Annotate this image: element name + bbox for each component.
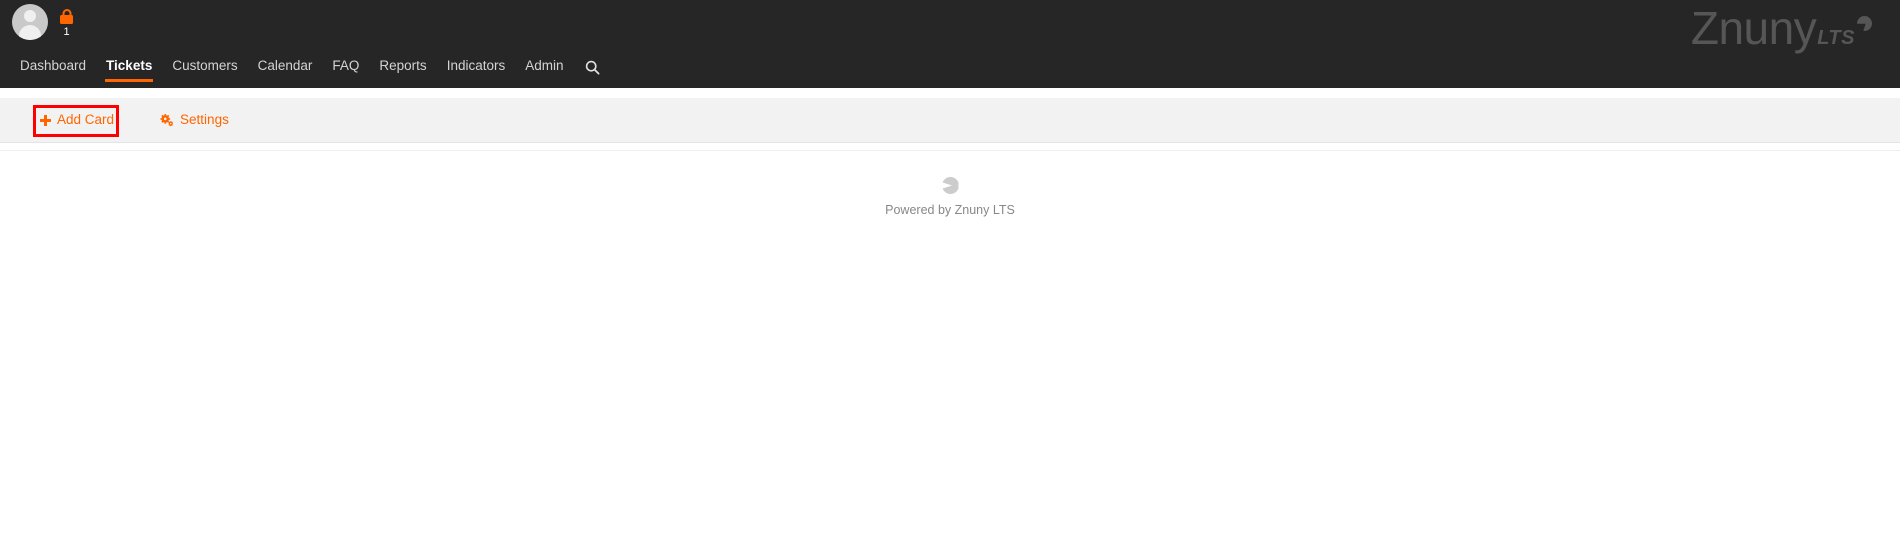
app-header: 1 Dashboard Tickets Customers Calendar F…: [0, 0, 1900, 88]
nav-item-dashboard[interactable]: Dashboard: [10, 58, 96, 88]
gears-icon: [160, 113, 173, 126]
search-icon[interactable]: [573, 60, 610, 88]
nav-item-indicators[interactable]: Indicators: [437, 58, 516, 88]
logo-mark-icon: [1857, 16, 1872, 31]
logo-text: Znuny: [1690, 2, 1817, 54]
settings-label: Settings: [180, 112, 229, 127]
locked-tickets-button[interactable]: 1: [60, 4, 73, 39]
nav-item-customers[interactable]: Customers: [162, 58, 247, 88]
main-navigation: Dashboard Tickets Customers Calendar FAQ…: [10, 50, 610, 88]
loading-area: Powered by Znuny LTS: [0, 177, 1900, 218]
dashboard-toolbar: Add Card Settings: [0, 98, 1900, 143]
nav-item-calendar[interactable]: Calendar: [248, 58, 323, 88]
content-divider: [0, 150, 1900, 151]
powered-by-label: Powered by Znuny LTS: [885, 203, 1015, 217]
nav-item-tickets[interactable]: Tickets: [96, 58, 162, 88]
logo-lts-text: LTS: [1817, 27, 1855, 49]
lock-icon: [60, 9, 73, 24]
add-card-button[interactable]: Add Card: [40, 112, 114, 128]
user-avatar-icon[interactable]: [12, 4, 48, 40]
nav-item-admin[interactable]: Admin: [515, 58, 573, 88]
dashboard-content: Powered by Znuny LTS: [0, 150, 1900, 540]
loading-spinner-icon: [941, 177, 959, 194]
locked-tickets-count: 1: [63, 26, 70, 38]
add-card-label: Add Card: [57, 112, 115, 127]
plus-icon: [40, 114, 51, 126]
header-user-area: 1: [12, 4, 73, 40]
toolbar-top-spacer: [0, 88, 1900, 98]
nav-item-reports[interactable]: Reports: [369, 58, 436, 88]
settings-button[interactable]: Settings: [160, 112, 229, 128]
znuny-logo: Znuny LTS: [1691, 2, 1872, 54]
nav-item-faq[interactable]: FAQ: [322, 58, 369, 88]
